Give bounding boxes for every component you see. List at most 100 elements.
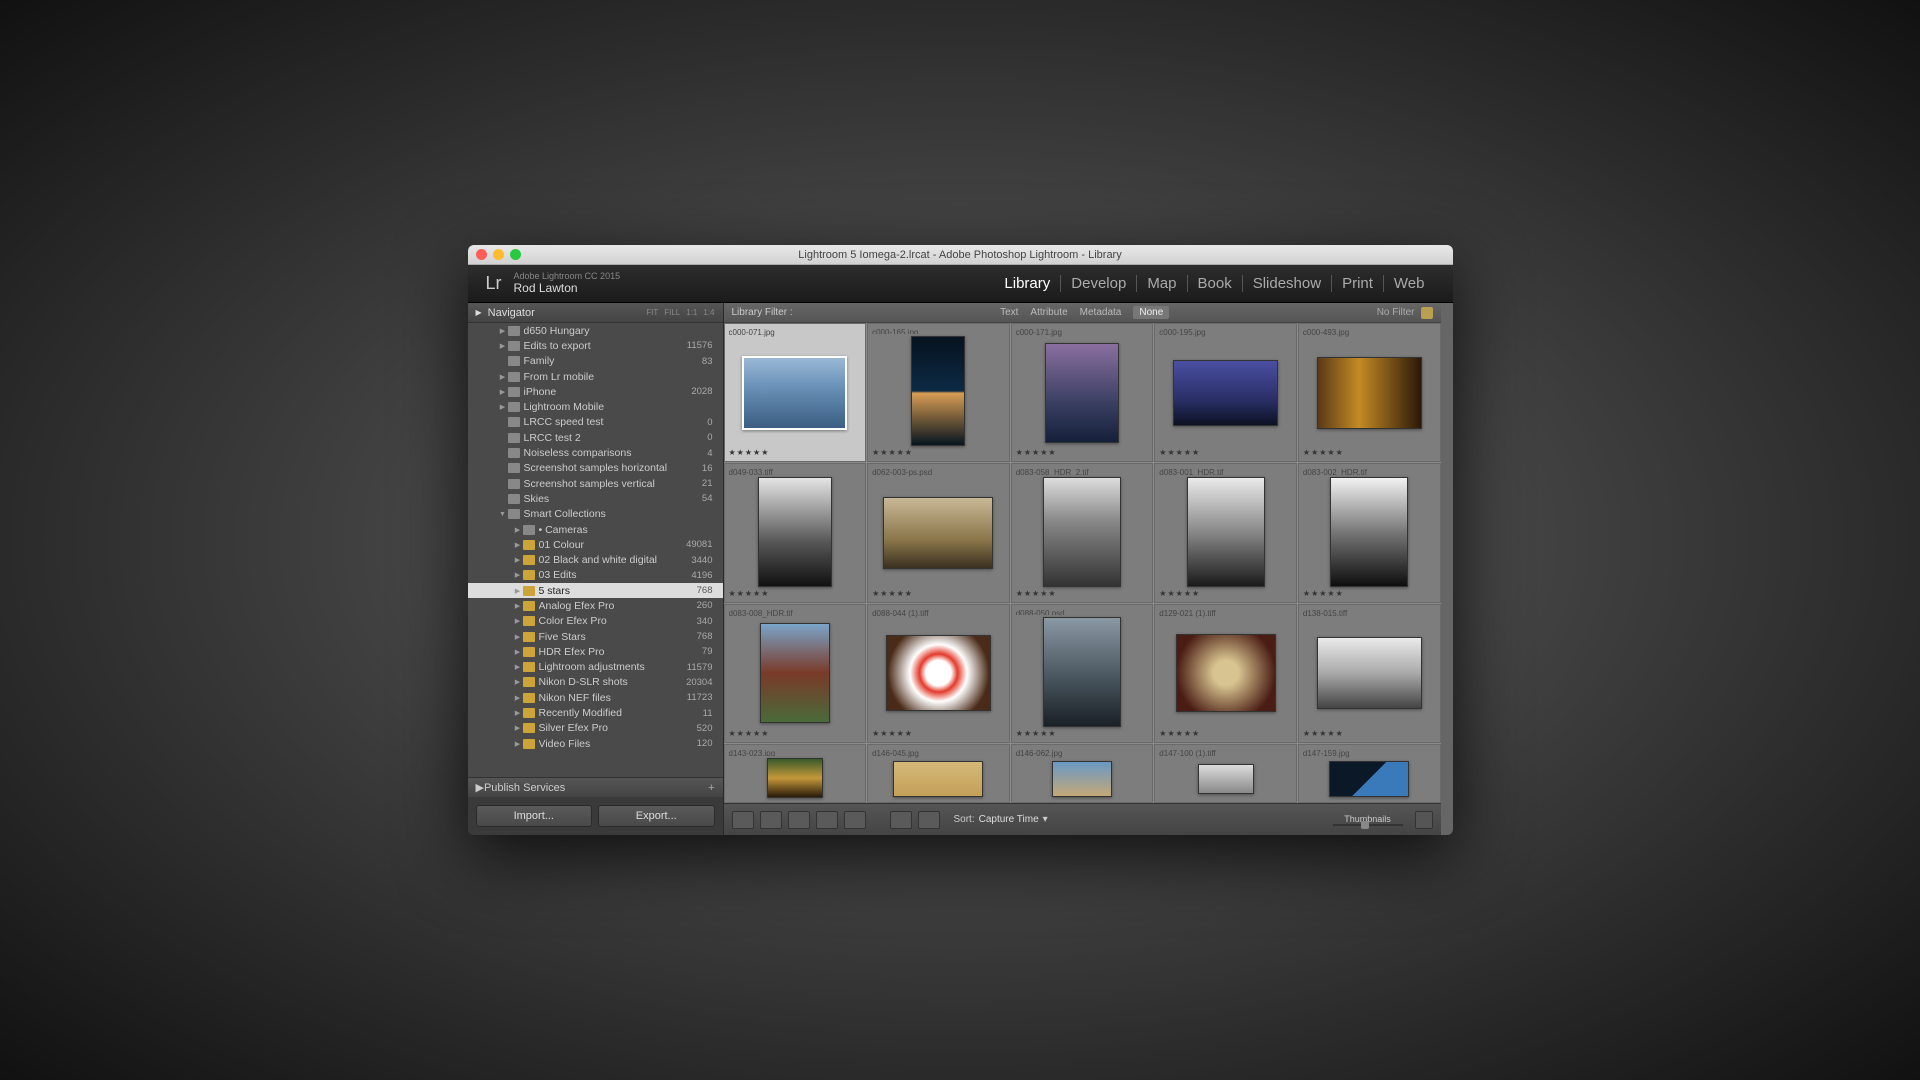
module-slideshow[interactable]: Slideshow	[1243, 275, 1332, 292]
collection-row[interactable]: Screenshot samples horizontal16	[468, 461, 723, 476]
thumbnail-cell[interactable]: d083-008_HDR.tif★★★★★	[724, 604, 867, 743]
folder-icon	[523, 723, 535, 733]
thumbnail-size-slider[interactable]	[1333, 824, 1403, 826]
module-develop[interactable]: Develop	[1061, 275, 1137, 292]
rating-stars[interactable]: ★★★★★	[1303, 448, 1436, 457]
thumbnail-cell[interactable]: d083-002_HDR.tif★★★★★	[1298, 463, 1441, 602]
collection-row[interactable]: ▶01 Colour49081	[468, 537, 723, 552]
lock-icon[interactable]	[1421, 307, 1433, 319]
people-view-button[interactable]	[844, 811, 866, 829]
collection-row[interactable]: ▶Nikon NEF files11723	[468, 690, 723, 705]
module-web[interactable]: Web	[1384, 275, 1435, 292]
collection-row[interactable]: ▶Five Stars768	[468, 629, 723, 644]
rating-stars[interactable]: ★★★★★	[872, 589, 1005, 598]
thumbnail-cell[interactable]: d062-003-ps.psd★★★★★	[867, 463, 1010, 602]
thumbnail-cell[interactable]: c000-071.jpg★★★★★	[724, 323, 867, 462]
nav-zoom-1:1[interactable]: 1:1	[686, 308, 697, 317]
collection-row[interactable]: LRCC speed test0	[468, 415, 723, 430]
rating-stars[interactable]: ★★★★★	[1016, 448, 1149, 457]
rating-stars[interactable]: ★★★★★	[1016, 729, 1149, 738]
collection-row[interactable]: ▼Smart Collections	[468, 507, 723, 522]
disclosure-icon: ▶	[513, 678, 523, 686]
nav-zoom-fit[interactable]: FIT	[646, 308, 658, 317]
thumbnail-cell[interactable]: d049-033.tiff★★★★★	[724, 463, 867, 602]
thumbnail-cell[interactable]: d088-050.psd★★★★★	[1011, 604, 1154, 743]
rating-stars[interactable]: ★★★★★	[1159, 589, 1292, 598]
collection-count: 16	[702, 463, 713, 474]
publish-header[interactable]: ▶ Publish Services +	[468, 777, 723, 797]
thumbnail-cell[interactable]: d143-023.jpg	[724, 744, 867, 803]
collection-row[interactable]: ▶Lightroom Mobile	[468, 399, 723, 414]
module-print[interactable]: Print	[1332, 275, 1384, 292]
collection-row[interactable]: ▶02 Black and white digital3440	[468, 552, 723, 567]
collection-row[interactable]: ▶Lightroom adjustments11579	[468, 660, 723, 675]
right-panel-collapsed[interactable]	[1441, 303, 1453, 835]
rating-stars[interactable]: ★★★★★	[729, 589, 862, 598]
rating-stars[interactable]: ★★★★★	[729, 729, 862, 738]
collection-row[interactable]: ▶From Lr mobile	[468, 369, 723, 384]
collection-row[interactable]: ▶HDR Efex Pro79	[468, 644, 723, 659]
collection-row[interactable]: ▶Video Files120	[468, 736, 723, 751]
collection-row[interactable]: ▶5 stars768	[468, 583, 723, 598]
thumbnail-cell[interactable]: d129-021 (1).tiff★★★★★	[1154, 604, 1297, 743]
collection-row[interactable]: ▶d650 Hungary	[468, 323, 723, 338]
collection-row[interactable]: Family83	[468, 354, 723, 369]
collection-row[interactable]: ▶iPhone2028	[468, 384, 723, 399]
rating-stars[interactable]: ★★★★★	[1303, 729, 1436, 738]
collection-row[interactable]: Noiseless comparisons4	[468, 445, 723, 460]
thumbnail-cell[interactable]: c000-195.jpg★★★★★	[1154, 323, 1297, 462]
compare-view-button[interactable]	[788, 811, 810, 829]
collection-row[interactable]: ▶Recently Modified11	[468, 705, 723, 720]
rating-stars[interactable]: ★★★★★	[872, 729, 1005, 738]
thumbnail-cell[interactable]: d147-159.jpg	[1298, 744, 1441, 803]
sort-direction-button[interactable]	[918, 811, 940, 829]
rating-stars[interactable]: ★★★★★	[872, 448, 1005, 457]
import-button[interactable]: Import...	[476, 805, 593, 827]
collection-row[interactable]: ▶Nikon D-SLR shots20304	[468, 675, 723, 690]
collection-row[interactable]: LRCC test 20	[468, 430, 723, 445]
thumbnail-cell[interactable]: d083-001_HDR.tif★★★★★	[1154, 463, 1297, 602]
filter-metadata[interactable]: Metadata	[1080, 307, 1122, 318]
nav-zoom-1:4[interactable]: 1:4	[703, 308, 714, 317]
sort-control[interactable]: Sort: Capture Time ▾	[954, 814, 1048, 825]
thumbnail-cell[interactable]: c000-165.jpg★★★★★	[867, 323, 1010, 462]
rating-stars[interactable]: ★★★★★	[1159, 448, 1292, 457]
thumbnail-cell[interactable]: d146-045.jpg	[867, 744, 1010, 803]
collection-row[interactable]: ▶Analog Efex Pro260	[468, 598, 723, 613]
rating-stars[interactable]: ★★★★★	[1016, 589, 1149, 598]
collection-row[interactable]: ▶Edits to export11576	[468, 338, 723, 353]
collection-row[interactable]: ▶• Cameras	[468, 522, 723, 537]
rating-stars[interactable]: ★★★★★	[1303, 589, 1436, 598]
collection-row[interactable]: ▶Silver Efex Pro520	[468, 721, 723, 736]
navigator-header[interactable]: ▶ Navigator FITFILL1:11:4	[468, 303, 723, 323]
survey-view-button[interactable]	[816, 811, 838, 829]
collection-row[interactable]: Screenshot samples vertical21	[468, 476, 723, 491]
thumbnail-cell[interactable]: c000-171.jpg★★★★★	[1011, 323, 1154, 462]
rating-stars[interactable]: ★★★★★	[729, 448, 862, 457]
thumbnail-cell[interactable]: d138-015.tiff★★★★★	[1298, 604, 1441, 743]
export-button[interactable]: Export...	[598, 805, 715, 827]
rating-stars[interactable]: ★★★★★	[1159, 729, 1292, 738]
thumbnail-cell[interactable]: d146-062.jpg	[1011, 744, 1154, 803]
loupe-view-button[interactable]	[760, 811, 782, 829]
add-icon[interactable]: +	[708, 782, 714, 794]
thumbnail-cell[interactable]: d088-044 (1).tiff★★★★★	[867, 604, 1010, 743]
painter-button[interactable]	[890, 811, 912, 829]
module-map[interactable]: Map	[1137, 275, 1187, 292]
nav-zoom-fill[interactable]: FILL	[664, 308, 680, 317]
collection-row[interactable]: ▶Color Efex Pro340	[468, 614, 723, 629]
grid-view-button[interactable]	[732, 811, 754, 829]
filter-preset[interactable]: No Filter	[1377, 307, 1415, 318]
filter-attribute[interactable]: Attribute	[1030, 307, 1067, 318]
thumbnail-cell[interactable]: d147-100 (1).tiff	[1154, 744, 1297, 803]
filter-text[interactable]: Text	[1000, 307, 1018, 318]
filter-none[interactable]: None	[1133, 306, 1169, 319]
thumbnail-grid[interactable]: c000-071.jpg★★★★★c000-165.jpg★★★★★c000-1…	[724, 323, 1441, 803]
thumbnail-cell[interactable]: d083-058_HDR_2.tif★★★★★	[1011, 463, 1154, 602]
thumbnail-cell[interactable]: c000-493.jpg★★★★★	[1298, 323, 1441, 462]
collection-row[interactable]: ▶03 Edits4196	[468, 568, 723, 583]
module-book[interactable]: Book	[1188, 275, 1243, 292]
collection-row[interactable]: Skies54	[468, 491, 723, 506]
module-library[interactable]: Library	[994, 275, 1061, 292]
toolbar-options-button[interactable]	[1415, 811, 1433, 829]
